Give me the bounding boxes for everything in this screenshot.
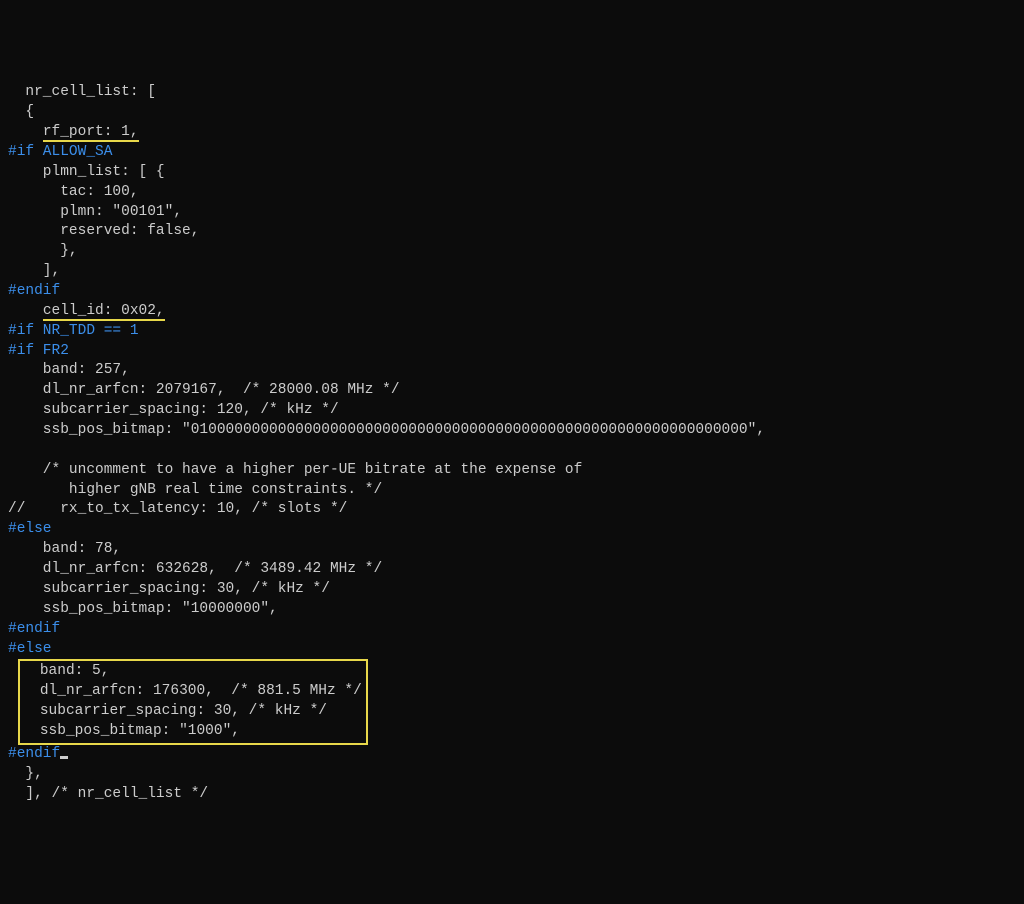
code-line: { [8, 104, 34, 120]
code-line: /* uncomment to have a higher per-UE bit… [8, 462, 582, 478]
code-line: subcarrier_spacing: 30, /* kHz */ [22, 703, 327, 719]
highlighted-config-box: band: 5, dl_nr_arfcn: 176300, /* 881.5 M… [18, 659, 367, 744]
code-line [8, 124, 43, 140]
code-line: ssb_pos_bitmap: "10000000", [8, 601, 278, 617]
highlighted-rf-port: rf_port: 1, [43, 124, 139, 142]
preprocessor-endif: #endif [8, 621, 60, 637]
preprocessor-else: #else [8, 641, 52, 657]
code-line: tac: 100, [8, 184, 139, 200]
cursor [60, 756, 68, 759]
code-line: subcarrier_spacing: 120, /* kHz */ [8, 402, 339, 418]
preprocessor-endif: #endif [8, 746, 60, 762]
code-line: ssb_pos_bitmap: "1000", [22, 723, 240, 739]
code-line: higher gNB real time constraints. */ [8, 482, 382, 498]
code-line: ], [8, 263, 60, 279]
code-block: nr_cell_list: [ { rf_port: 1, #if ALLOW_… [8, 83, 1016, 804]
preprocessor-if: #if ALLOW_SA [8, 144, 112, 160]
code-line: nr_cell_list: [ [8, 84, 156, 100]
code-line: subcarrier_spacing: 30, /* kHz */ [8, 581, 330, 597]
code-line: }, [8, 243, 78, 259]
highlighted-cell-id: cell_id: 0x02, [43, 303, 165, 321]
preprocessor-else: #else [8, 521, 52, 537]
preprocessor-if: #if FR2 [8, 343, 69, 359]
code-line: plmn_list: [ { [8, 164, 165, 180]
code-line: band: 78, [8, 541, 121, 557]
code-line: ssb_pos_bitmap: "01000000000000000000000… [8, 422, 765, 438]
code-line: dl_nr_arfcn: 176300, /* 881.5 MHz */ [22, 683, 361, 699]
code-line: }, [8, 766, 43, 782]
code-line: band: 5, [22, 663, 109, 679]
code-line: reserved: false, [8, 223, 199, 239]
code-line: band: 257, [8, 362, 130, 378]
preprocessor-endif: #endif [8, 283, 60, 299]
code-line: // rx_to_tx_latency: 10, /* slots */ [8, 501, 347, 517]
code-line: dl_nr_arfcn: 2079167, /* 28000.08 MHz */ [8, 382, 400, 398]
code-line [8, 303, 43, 319]
code-line: ], /* nr_cell_list */ [8, 786, 208, 802]
code-line: dl_nr_arfcn: 632628, /* 3489.42 MHz */ [8, 561, 382, 577]
code-line: plmn: "00101", [8, 204, 182, 220]
preprocessor-if: #if NR_TDD == 1 [8, 323, 139, 339]
